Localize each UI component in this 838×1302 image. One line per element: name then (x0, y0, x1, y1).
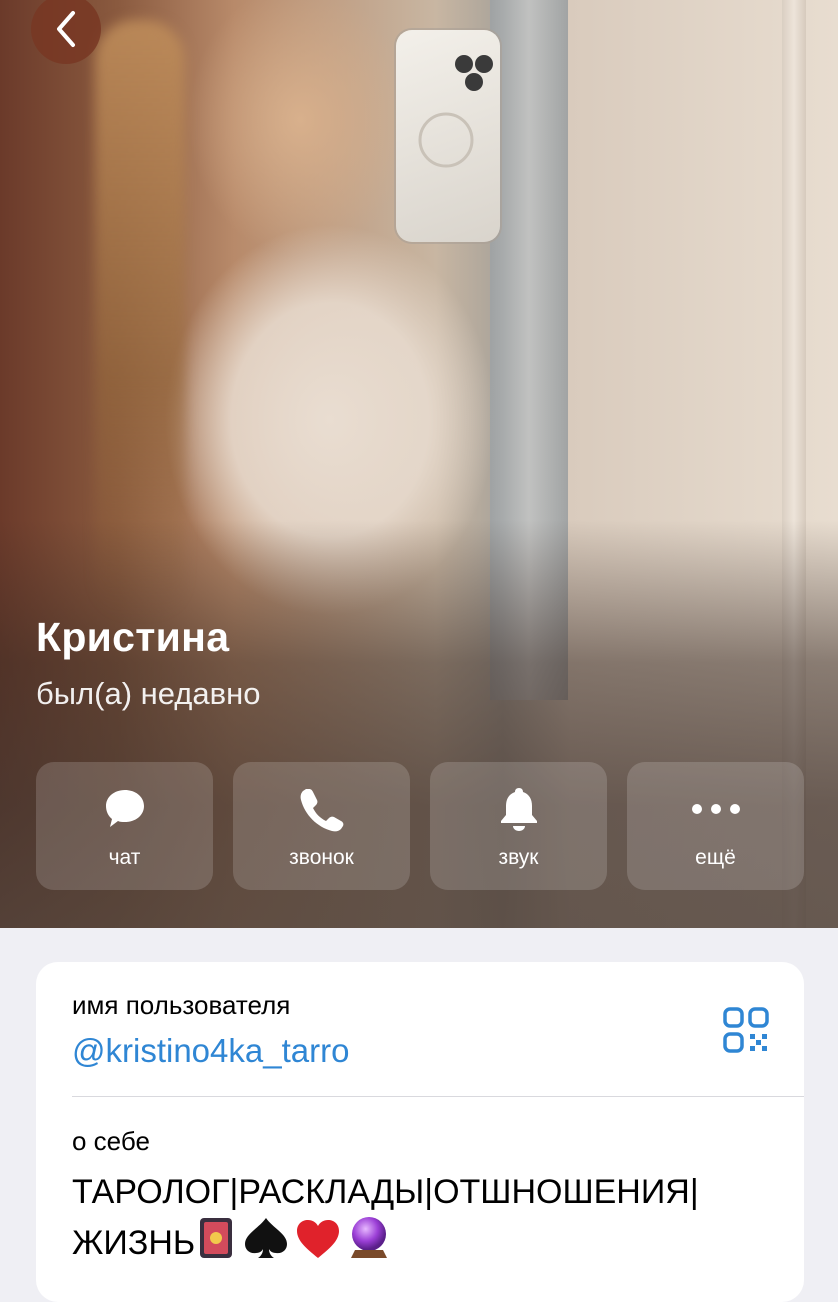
chat-button[interactable]: чат (36, 762, 213, 890)
info-card: имя пользователя @kristino4ka_tarro о се… (36, 962, 804, 1302)
heart-icon (295, 1218, 341, 1271)
about-label: о себе (72, 1126, 150, 1156)
qr-code-button[interactable] (722, 1006, 770, 1054)
spade-icon (243, 1216, 289, 1271)
crystal-ball-icon (347, 1214, 391, 1271)
last-seen-status: был(а) недавно (36, 676, 261, 711)
username-label: имя пользователя (72, 990, 291, 1020)
sound-button[interactable]: звук (430, 762, 607, 890)
username-link[interactable]: @kristino4ka_tarro (72, 1032, 349, 1070)
action-bar: чат звонок звук ещё (36, 762, 804, 890)
chevron-left-icon (57, 11, 75, 47)
call-button[interactable]: звонок (233, 762, 410, 890)
back-button[interactable] (31, 0, 101, 64)
more-button[interactable]: ещё (627, 762, 804, 890)
chat-bubble-icon (105, 790, 144, 827)
qr-code-icon (723, 1007, 769, 1053)
profile-photo[interactable]: Кристина был(а) недавно чат звонок звук … (0, 0, 838, 928)
sound-label: звук (498, 846, 539, 869)
divider (72, 1096, 804, 1097)
photo-phone (396, 30, 500, 242)
chat-label: чат (108, 846, 141, 869)
call-label: звонок (289, 846, 354, 869)
bell-icon (500, 788, 537, 831)
phone-icon (300, 789, 343, 832)
more-dots-icon (691, 804, 740, 814)
tarot-card-icon (195, 1216, 237, 1271)
profile-name: Кристина (36, 614, 230, 660)
about-text: ТАРОЛОГ|РАСКЛАДЫ|ОТШНОШЕНИЯ|ЖИЗНЬ (72, 1170, 772, 1271)
more-label: ещё (695, 846, 736, 869)
